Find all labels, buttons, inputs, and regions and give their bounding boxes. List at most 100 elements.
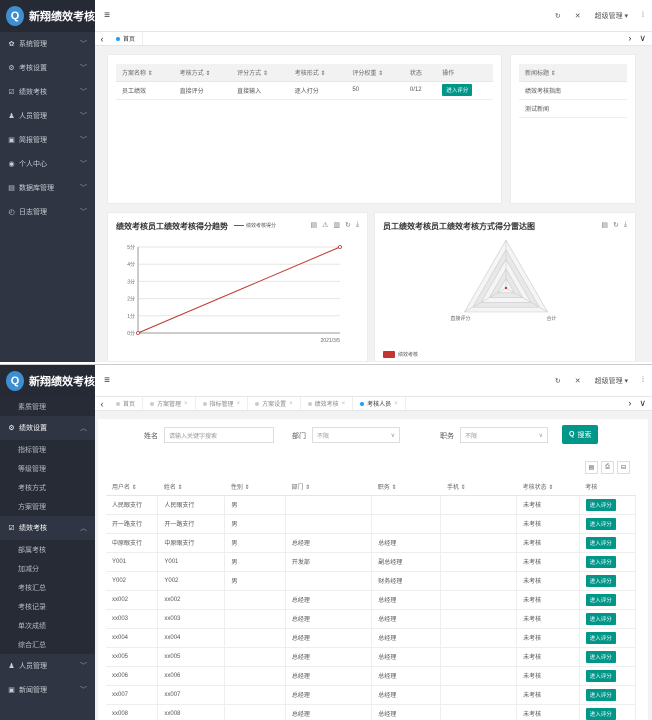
sidebar-subitem[interactable]: 考核汇总 [0,578,95,597]
column-header[interactable]: 考核 [579,478,636,496]
user-menu[interactable]: 超级管理 ▾ [595,376,628,386]
column-header[interactable]: 评分权重 ⇕ [346,64,404,82]
news-title[interactable]: 绩效考核指南 [519,81,627,100]
enter-score-button[interactable]: 进入评分 [442,84,473,96]
sidebar-item[interactable]: ▣ 简报管理 ﹀ [0,128,95,152]
user-menu[interactable]: 超级管理 ▾ [595,11,628,21]
enter-score-button[interactable]: 进入评分 [585,536,616,549]
enter-score-button[interactable]: 进入评分 [585,669,616,682]
sidebar-subitem[interactable]: 等级管理 [0,459,95,478]
sidebar-subitem[interactable]: 加减分 [0,559,95,578]
sidebar-subitem[interactable]: 素质管理 [0,397,95,416]
tab-1[interactable]: 方案管理 × [143,397,196,410]
refresh-icon[interactable]: ↻ [555,12,561,20]
column-header[interactable]: 姓名 ⇕ [157,478,225,496]
menu-toggle-icon[interactable]: ≡ [95,10,119,21]
sidebar-item[interactable]: ⚙ 考核设置 ﹀ [0,56,95,80]
table-cell [440,685,518,705]
brand[interactable]: Q 新翔绩效考核 [0,0,95,32]
sidebar-item[interactable]: ✿ 系统管理 ﹀ [0,32,95,56]
column-header[interactable]: 考核状态 ⇕ [516,478,580,496]
column-header[interactable]: 部门 ⇕ [285,478,372,496]
tab-4[interactable]: 绩效考核 × [301,397,354,410]
sidebar-subitem[interactable]: 考核记录 [0,597,95,616]
close-icon[interactable]: × [394,401,398,407]
column-header[interactable]: 方案名称 ⇕ [116,64,174,82]
enter-score-button[interactable]: 进入评分 [585,688,616,701]
sidebar-subitem[interactable]: 考核方式 [0,478,95,497]
brand[interactable]: Q 新翔绩效考核 [0,365,95,397]
column-header[interactable]: 手机 ⇕ [440,478,517,496]
table-tool-icon[interactable]: ⎙ [601,461,614,474]
name-placeholder: 请输入关键字搜索 [169,433,218,440]
sidebar-subitem[interactable]: 方案管理 [0,497,95,516]
sidebar-subitem[interactable]: 部属考核 [0,540,95,559]
tab-2[interactable]: 指标管理 × [196,397,249,410]
more-icon[interactable]: ⁞ [642,12,644,19]
column-header[interactable]: 考核方式 ⇕ [173,64,232,82]
tab-scroll-left-icon[interactable]: ‹ [95,34,109,44]
close-icon[interactable]: × [237,401,241,407]
tab-scroll-right-icon[interactable]: › [628,33,631,44]
sidebar-group-news[interactable]: ▣ 新闻管理 ﹀ [0,678,95,702]
sidebar-subitem[interactable]: 指标管理 [0,440,95,459]
enter-score-button[interactable]: 进入评分 [585,631,616,644]
sidebar-item[interactable]: ◉ 个人中心 ﹀ [0,152,95,176]
sidebar-group-settings[interactable]: ⚙ 绩效设置 ︿ [0,416,95,440]
enter-score-button[interactable]: 进入评分 [585,593,616,606]
sidebar-subitem[interactable]: 综合汇总 [0,635,95,654]
table-tool-icon[interactable]: ⊟ [617,461,630,474]
sidebar-item[interactable]: ☑ 绩效考核 ﹀ [0,80,95,104]
enter-score-button[interactable]: 进入评分 [585,574,616,587]
name-search-input[interactable]: 请输入关键字搜索 [164,427,274,443]
tab-0[interactable]: 首页 [109,32,144,45]
more-icon[interactable]: ⁞ [642,377,644,384]
column-header[interactable]: 操作 [436,64,493,82]
column-header[interactable]: 用户名 ⇕ [106,478,158,496]
refresh-icon[interactable]: ↻ [555,377,561,385]
fullscreen-icon[interactable]: ✕ [575,12,581,20]
close-icon[interactable]: × [184,401,188,407]
close-icon[interactable]: × [289,401,293,407]
dept-select[interactable]: 不限 ∨ [312,427,400,443]
news-title[interactable]: 测试新闻 [519,99,627,118]
column-header[interactable]: 职务 ⇕ [371,478,441,496]
menu-toggle-icon[interactable]: ≡ [95,375,119,386]
tab-5[interactable]: 考核人员 × [353,397,406,410]
news-header[interactable]: 新闻标题 ⇕ [519,64,627,82]
table-tool-icon[interactable]: ▤ [585,461,598,474]
tab-3[interactable]: 方案设置 × [248,397,301,410]
search-button[interactable]: Q 搜索 [562,425,599,444]
sidebar-subitem[interactable]: 单次成绩 [0,616,95,635]
tab-scroll-left-icon[interactable]: ‹ [95,399,109,409]
position-select[interactable]: 不限 ∨ [460,427,548,443]
enter-score-button[interactable]: 进入评分 [585,650,616,663]
menu-item-icon: ▣ [8,137,15,144]
enter-score-button[interactable]: 进入评分 [585,498,616,511]
enter-score-button[interactable]: 进入评分 [585,517,616,530]
tab-menu-icon[interactable]: ∨ [639,33,646,44]
enter-score-button[interactable]: 进入评分 [585,707,616,720]
table-cell: 逐人打分 [288,81,347,100]
tab-0[interactable]: 首页 [109,397,144,410]
sidebar-item[interactable]: ◴ 日志管理 ﹀ [0,200,95,224]
list-item[interactable]: 测试新闻 [519,99,627,118]
column-header[interactable]: 状态 [403,64,437,82]
tab-scroll-right-icon[interactable]: › [628,398,631,409]
column-header[interactable]: 性别 ⇕ [224,478,286,496]
sidebar-group-personnel[interactable]: ♟ 人员管理 ﹀ [0,654,95,678]
list-item[interactable]: 绩效考核指南 [519,81,627,100]
fullscreen-icon[interactable]: ✕ [575,377,581,385]
menu-item-icon: ☑ [8,89,15,96]
sidebar-item[interactable]: ♟ 人员管理 ﹀ [0,104,95,128]
column-header[interactable]: 评分方式 ⇕ [231,64,289,82]
column-header[interactable]: 考核形式 ⇕ [288,64,347,82]
table-cell: 未考核 [516,495,580,515]
enter-score-button[interactable]: 进入评分 [585,612,616,625]
sidebar-item[interactable]: ▤ 数据库管理 ﹀ [0,176,95,200]
sidebar-group-appraisal[interactable]: ☑ 绩效考核 ︿ [0,516,95,540]
table-cell [224,590,286,610]
enter-score-button[interactable]: 进入评分 [585,555,616,568]
close-icon[interactable]: × [342,401,346,407]
tab-menu-icon[interactable]: ∨ [639,398,646,409]
